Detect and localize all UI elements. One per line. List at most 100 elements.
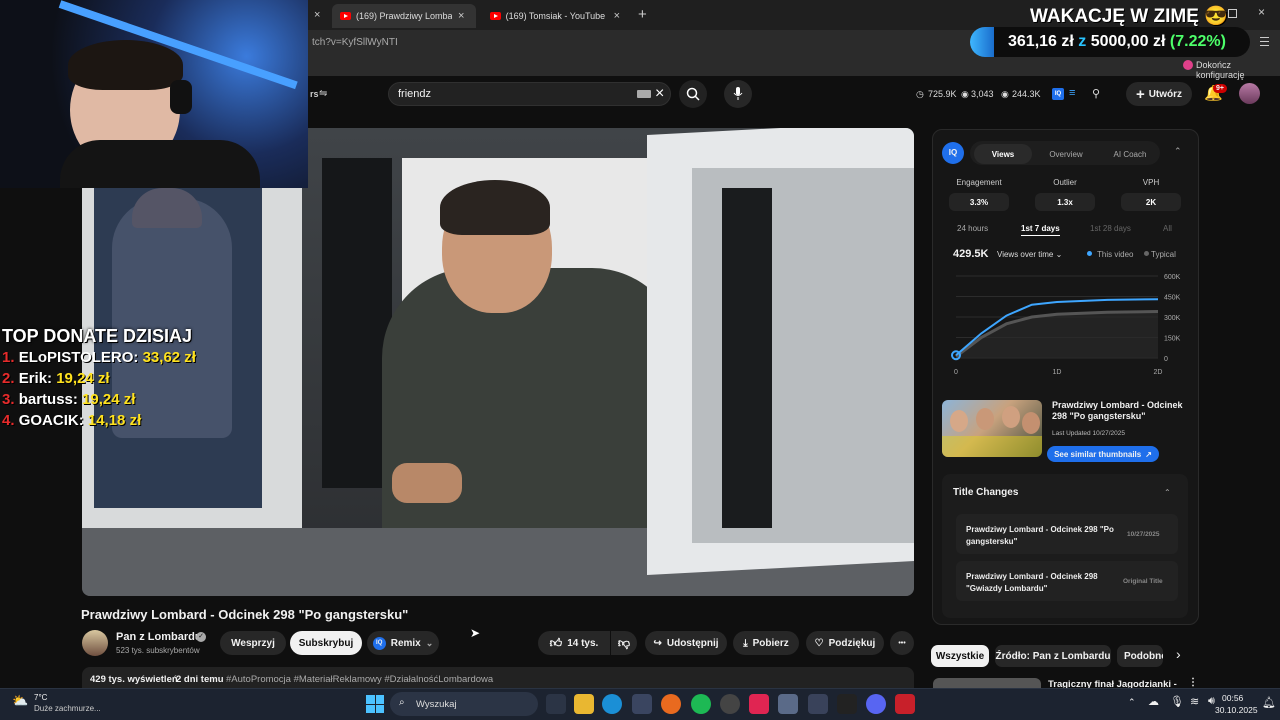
tab-inactive[interactable]: (169) Tomsiak - YouTube ×: [482, 4, 628, 28]
tab-close-icon[interactable]: ×: [458, 10, 464, 22]
filters-label[interactable]: rs: [310, 89, 319, 99]
x-tick-label: 2D: [1154, 369, 1163, 376]
range-7d[interactable]: 1st 7 days: [1021, 224, 1060, 236]
x-tick-label: 0: [954, 369, 958, 376]
capcut-icon[interactable]: [837, 694, 857, 714]
video-thumbnail[interactable]: [942, 400, 1042, 457]
chip-source[interactable]: Źródło: Pan z Lombardu: [995, 645, 1111, 667]
dislike-button[interactable]: 👎︎: [611, 631, 637, 655]
close-window-icon[interactable]: ×: [1258, 5, 1265, 19]
task-view-icon[interactable]: [546, 694, 566, 714]
list-icon[interactable]: ≡: [1069, 87, 1075, 99]
channel-avatar[interactable]: [82, 630, 108, 656]
support-button[interactable]: Wesprzyj: [220, 631, 286, 655]
chevron-down-icon: ⌄: [1055, 250, 1063, 259]
chevron-right-icon[interactable]: ›: [1176, 646, 1181, 662]
clear-search-icon[interactable]: ×: [655, 85, 664, 103]
mouse-cursor-icon: ➤: [470, 626, 481, 640]
download-button[interactable]: ⤓ Pobierz: [733, 631, 799, 655]
rec-title[interactable]: Tragiczny finał Jagodzianki -: [1048, 679, 1177, 688]
vidiq-icon[interactable]: IQ: [1052, 88, 1064, 100]
create-button[interactable]: + Utwórz: [1126, 82, 1192, 106]
search-input[interactable]: friendz: [398, 88, 431, 100]
y-tick-label: 300K: [1164, 315, 1181, 322]
chip-all[interactable]: Wszystkie: [931, 645, 989, 667]
discord-icon[interactable]: [866, 694, 886, 714]
youtube-icon: [490, 12, 501, 20]
title-change-date: 10/27/2025: [1127, 531, 1160, 538]
rec-more-icon[interactable]: ⋮: [1188, 677, 1198, 688]
url-text[interactable]: tch?v=KyfSllWyNTI: [312, 37, 398, 48]
network-icon[interactable]: ☁: [1148, 695, 1159, 708]
range-24h[interactable]: 24 hours: [957, 224, 988, 233]
range-all[interactable]: All: [1163, 224, 1172, 233]
like-button[interactable]: 👍︎ 14 tys.: [538, 631, 610, 655]
tray-chevron-icon[interactable]: ⌃: [1128, 697, 1136, 708]
wifi-icon[interactable]: ≋: [1190, 695, 1199, 708]
streamer-hair: [68, 40, 183, 90]
remix-label: Remix: [390, 637, 421, 649]
range-28d[interactable]: 1st 28 days: [1090, 224, 1131, 233]
voice-search-button[interactable]: [724, 80, 752, 108]
search-icon: ⌕: [399, 697, 405, 708]
settings-icon[interactable]: [778, 694, 798, 714]
search-button[interactable]: [679, 80, 707, 108]
tab-close-icon[interactable]: ×: [614, 10, 620, 22]
edge-icon[interactable]: [602, 694, 622, 714]
eye-icon: ◉: [1001, 89, 1009, 99]
tab-ai-coach[interactable]: AI Coach: [1100, 144, 1160, 164]
channel-name[interactable]: Pan z Lombardu: [116, 631, 202, 643]
new-tab-button[interactable]: +: [638, 6, 647, 23]
tab-overview[interactable]: Overview: [1036, 144, 1096, 164]
see-similar-thumbnails-button[interactable]: See similar thumbnails ↗: [1047, 446, 1159, 462]
more-actions-button[interactable]: •••: [890, 631, 914, 655]
extension-icon[interactable]: ⚲: [1092, 87, 1100, 100]
clock-time[interactable]: 00:56: [1222, 693, 1243, 703]
hashtags[interactable]: #AutoPromocja #MateriałReklamowy #Działa…: [226, 674, 493, 685]
avatar[interactable]: [1239, 83, 1260, 104]
store-icon[interactable]: [632, 694, 652, 714]
app-icon[interactable]: [808, 694, 828, 714]
person-jacket: [382, 268, 682, 568]
tab-close-icon[interactable]: ×: [314, 9, 320, 21]
views-chart: 600K 450K 300K 150K 0 0 1D 2D: [951, 274, 1181, 376]
metric-label: VPH: [1142, 178, 1160, 187]
filters-icon[interactable]: ⇋: [319, 88, 327, 99]
collapse-icon[interactable]: ⌃: [1164, 488, 1171, 497]
obs-icon[interactable]: [720, 694, 740, 714]
stat-c: 244.3K: [1012, 89, 1041, 99]
microphone-icon[interactable]: 🎙︎: [1170, 695, 1184, 708]
remix-button[interactable]: IQ Remix ⌄: [367, 631, 439, 655]
plus-icon: +: [1135, 85, 1145, 103]
thanks-button[interactable]: ♡ Podziękuj: [806, 631, 884, 655]
clock-date[interactable]: 30.10.2025: [1215, 705, 1258, 715]
share-button[interactable]: ↪ Udostępnij: [645, 631, 727, 655]
youtube-icon: [340, 12, 351, 20]
keyboard-icon[interactable]: [637, 90, 651, 98]
taskbar-search[interactable]: [390, 692, 538, 716]
volume-icon[interactable]: 🔊︎: [1208, 695, 1215, 708]
views-dropdown[interactable]: Views over time ⌄: [997, 250, 1062, 259]
rec-thumbnail[interactable]: [933, 678, 1041, 688]
tiktok-icon[interactable]: [749, 694, 769, 714]
restore-window-icon[interactable]: [1228, 9, 1237, 18]
finish-setup-link[interactable]: Dokończ konfigurację: [1196, 60, 1280, 80]
weather-desc[interactable]: Duże zachmurze...: [34, 704, 101, 713]
app-red-icon[interactable]: [895, 694, 915, 714]
spotify-icon[interactable]: [691, 694, 711, 714]
windows-start-icon[interactable]: [366, 695, 384, 713]
thanks-label: Podziękuj: [828, 637, 876, 649]
taskbar-search-placeholder[interactable]: Wyszukaj: [416, 699, 457, 710]
subscribe-button[interactable]: Subskrybuj: [290, 631, 362, 655]
menu-icon[interactable]: [1260, 37, 1269, 46]
thumbnail-title: Prawdziwy Lombard - Odcinek 298 "Po gang…: [1052, 400, 1183, 421]
collapse-icon[interactable]: ⌃: [1174, 146, 1182, 157]
weather-temp[interactable]: 7°C: [34, 693, 47, 702]
chip-similar[interactable]: Podobne: [1117, 645, 1163, 667]
tab-active[interactable]: (169) Prawdziwy Lombard - Odc ×: [332, 4, 476, 28]
notification-bell-icon[interactable]: 🔔︎: [1262, 696, 1276, 709]
tab-views[interactable]: Views: [974, 144, 1032, 164]
firefox-icon[interactable]: [661, 694, 681, 714]
setup-icon: [1183, 60, 1193, 70]
file-explorer-icon[interactable]: [574, 694, 594, 714]
